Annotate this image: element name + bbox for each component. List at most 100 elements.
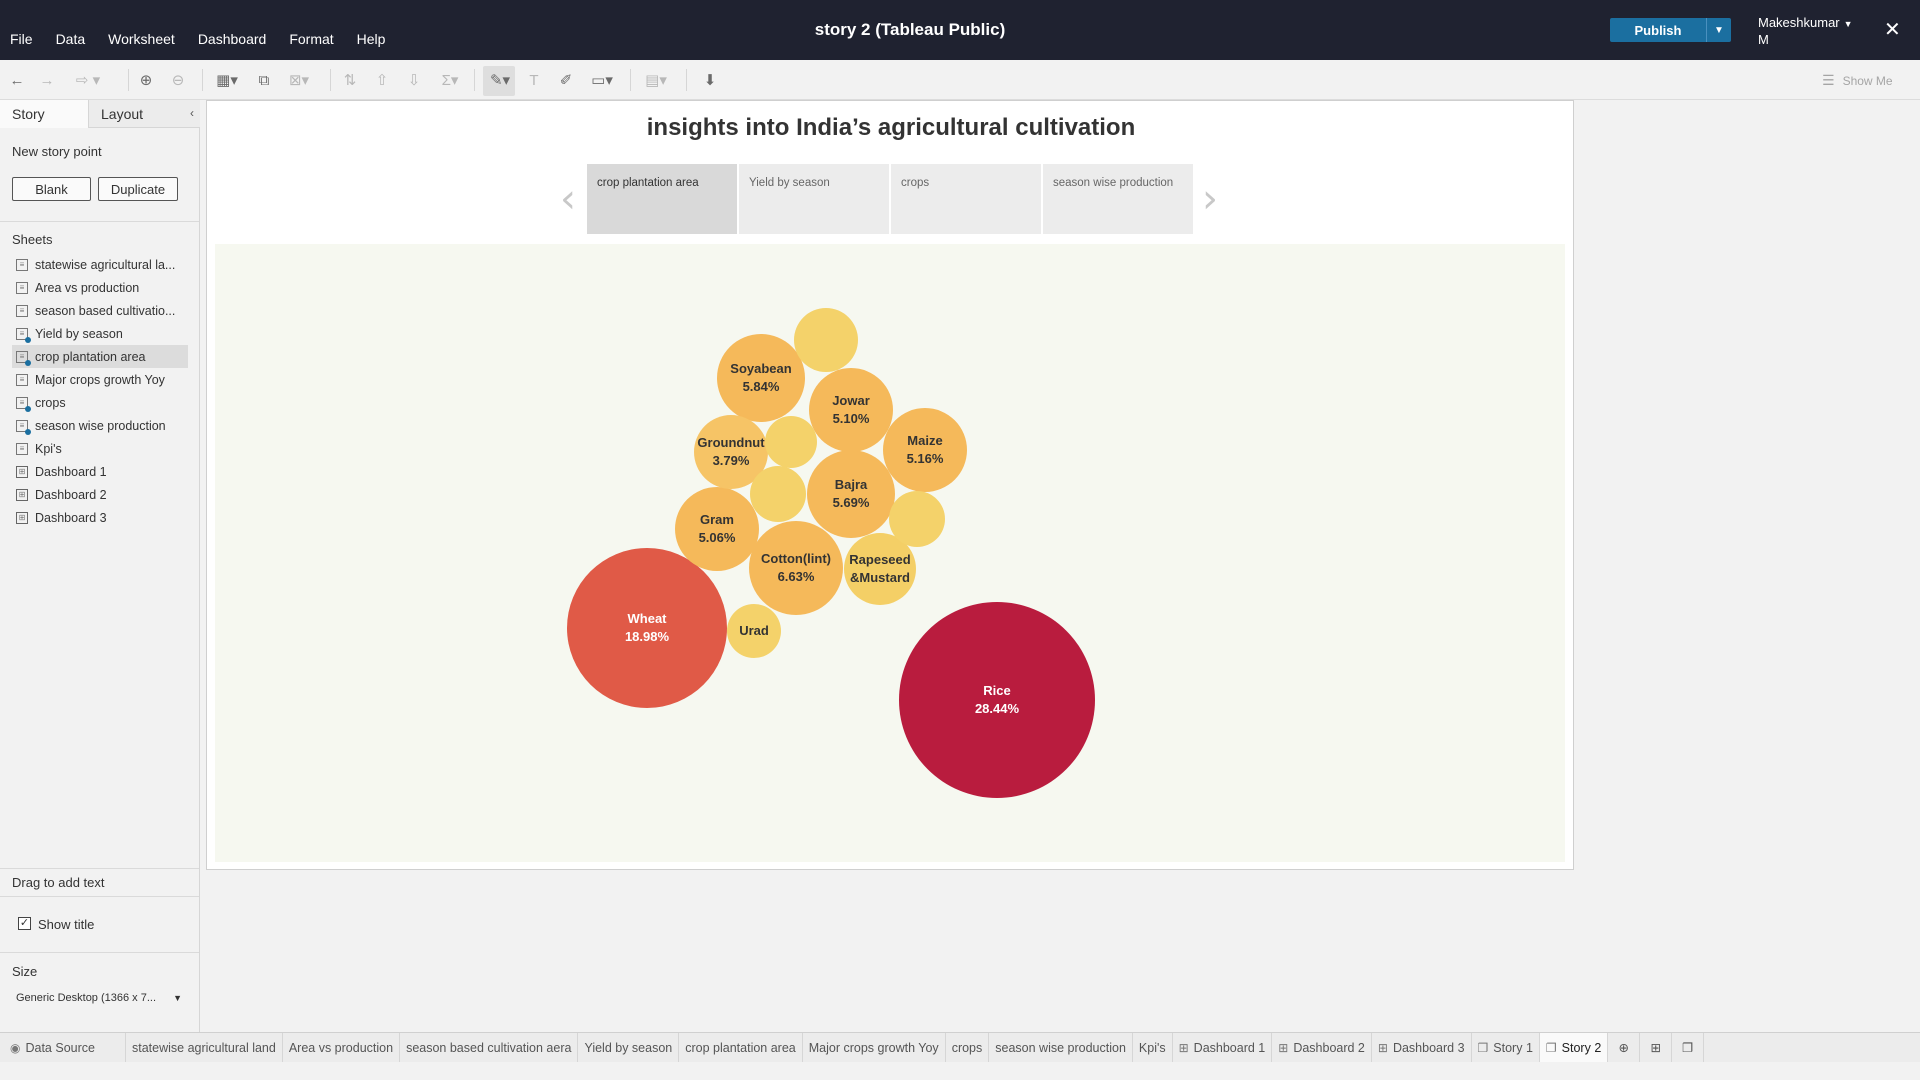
story-point-crop-plantation-area[interactable]: crop plantation area <box>587 164 737 234</box>
worksheet-icon: ≡ <box>16 258 28 271</box>
tab-label: Area vs production <box>288 1040 394 1055</box>
drag-to-add-text[interactable]: Drag to add text <box>12 875 105 890</box>
close-icon[interactable]: ✕ <box>1884 17 1901 42</box>
new-datasource-icon[interactable]: ⊕ <box>136 70 156 90</box>
tab-layout[interactable]: Layout ‹ <box>89 100 200 128</box>
tab-dashboard-3[interactable]: ⊞ Dashboard 3 <box>1372 1032 1472 1063</box>
size-dropdown[interactable]: Generic Desktop (1366 x 7... ▼ <box>12 987 188 1009</box>
tab-data-source[interactable]: ◉ Data Source <box>0 1032 126 1063</box>
tab-story[interactable]: Story <box>0 100 89 128</box>
tab-story-2[interactable]: ❐ Story 2 <box>1539 1032 1609 1063</box>
tab-label: season based cultivation aera <box>406 1040 572 1055</box>
sheet-item[interactable]: ⊞ Dashboard 3 <box>12 506 188 529</box>
sheet-item[interactable]: ⊞ Dashboard 1 <box>12 460 188 483</box>
new-story-tab-icon[interactable]: ❐ <box>1672 1032 1705 1063</box>
bubble-gram[interactable]: Gram 5.06% <box>675 487 759 571</box>
replay-icon[interactable]: ⇨ ▾ <box>68 70 108 90</box>
bubble-soyabean[interactable]: Soyabean 5.84% <box>717 334 805 422</box>
clear-sheet-icon[interactable]: ⊠▾ <box>284 70 314 90</box>
sheet-item[interactable]: ≡ season based cultivatio... <box>12 299 188 322</box>
sheet-item-label: crop plantation area <box>35 349 146 364</box>
new-dashboard-tab-icon[interactable]: ⊞ <box>1640 1032 1673 1063</box>
fit-icon[interactable]: ▭▾ <box>586 70 618 90</box>
sheet-item[interactable]: ⊞ Dashboard 2 <box>12 483 188 506</box>
user-menu[interactable]: Makeshkumar ▼ M <box>1758 15 1868 47</box>
bubble-bajra[interactable]: Bajra 5.69% <box>807 450 895 538</box>
worksheet-icon: ≡ <box>16 442 28 455</box>
bubble-unlabeled[interactable] <box>889 491 945 547</box>
presentation-icon[interactable]: ⬇ <box>700 70 720 90</box>
sheets-header: Sheets <box>12 232 53 247</box>
sheet-item[interactable]: ≡ crops <box>12 391 188 414</box>
tab-dashboard-2[interactable]: ⊞ Dashboard 2 <box>1272 1032 1372 1063</box>
bubble-rice[interactable]: Rice 28.44% <box>899 602 1095 798</box>
collapse-panel-icon[interactable]: ‹ <box>190 106 194 120</box>
highlight-icon[interactable]: ✎▾ <box>486 70 514 90</box>
show-me-button[interactable]: ☰ Show Me <box>1822 72 1893 89</box>
bubble-cotton-lint[interactable]: Cotton(lint) 6.63% <box>749 521 843 615</box>
story-point-yield-by-season[interactable]: Yield by season <box>739 164 889 234</box>
tab-yield-by-season[interactable]: Yield by season <box>578 1032 680 1063</box>
story-point-crops[interactable]: crops <box>891 164 1041 234</box>
sheet-item[interactable]: ≡ crop plantation area <box>12 345 188 368</box>
tab-story-1[interactable]: ❐ Story 1 <box>1472 1032 1540 1063</box>
sheet-item[interactable]: ≡ season wise production <box>12 414 188 437</box>
duplicate-sheet-icon[interactable]: ⧉ <box>254 70 274 90</box>
duplicate-button[interactable]: Duplicate <box>98 177 178 201</box>
bubble-label: Urad <box>739 623 769 638</box>
new-worksheet-icon[interactable]: ▦▾ <box>212 70 242 90</box>
bubble-urad[interactable]: Urad <box>727 604 781 658</box>
sort-desc-icon[interactable]: ⇩ <box>404 70 424 90</box>
panel-tabs: Story Layout ‹ <box>0 100 200 128</box>
sheet-item[interactable]: ≡ Major crops growth Yoy <box>12 368 188 391</box>
tab-area-vs-production[interactable]: Area vs production <box>283 1032 401 1063</box>
bubble-unlabeled[interactable] <box>750 466 806 522</box>
sheet-item[interactable]: ≡ Area vs production <box>12 276 188 299</box>
tab-crop-plantation-area[interactable]: crop plantation area <box>679 1032 803 1063</box>
swap-icon[interactable]: ⇅ <box>340 70 360 90</box>
publish-dropdown-icon[interactable]: ▼ <box>1706 18 1731 42</box>
new-worksheet-tab-icon[interactable]: ⊕ <box>1608 1032 1641 1063</box>
labels-icon[interactable]: T <box>524 70 544 90</box>
totals-icon[interactable]: Σ▾ <box>436 70 464 90</box>
bubble-jowar[interactable]: Jowar 5.10% <box>809 368 893 452</box>
sort-asc-icon[interactable]: ⇧ <box>372 70 392 90</box>
annotate-icon[interactable]: ✐ <box>556 70 576 90</box>
tab-label: Data Source <box>25 1040 95 1055</box>
tab-layout-label: Layout <box>101 106 144 122</box>
bubble-value: 28.44% <box>974 701 1020 716</box>
bubble-maize[interactable]: Maize 5.16% <box>883 408 967 492</box>
sheet-item[interactable]: ≡ Yield by season <box>12 322 188 345</box>
worksheet-icon: ≡ <box>16 304 28 317</box>
tab-kpi-s[interactable]: Kpi's <box>1133 1032 1173 1063</box>
story-point-season-wise-production[interactable]: season wise production <box>1043 164 1193 234</box>
tab-season-based-cultivation-aera[interactable]: season based cultivation aera <box>400 1032 579 1063</box>
bubble-value: 3.79% <box>712 453 750 468</box>
undo-icon[interactable]: ← <box>8 70 26 90</box>
bubble-label: Wheat <box>627 611 667 626</box>
publish-button[interactable]: Publish <box>1610 18 1706 42</box>
tab-dashboard-1[interactable]: ⊞ Dashboard 1 <box>1173 1032 1273 1063</box>
show-cards-icon[interactable]: ▤▾ <box>640 70 672 90</box>
worksheet-icon: ≡ <box>16 396 31 412</box>
sheet-item-label: Dashboard 2 <box>35 487 107 502</box>
tab-statewise-agricultural-land[interactable]: statewise agricultural land <box>126 1032 283 1063</box>
redo-icon[interactable]: → <box>38 70 56 90</box>
next-story-point-icon[interactable]: › <box>1202 179 1218 219</box>
sheet-item[interactable]: ≡ statewise agricultural la... <box>12 253 188 276</box>
tab-season-wise-production[interactable]: season wise production <box>989 1032 1133 1063</box>
bubble-unlabeled[interactable] <box>794 308 858 372</box>
bubble-value: 18.98% <box>624 629 670 644</box>
bubble-unlabeled[interactable] <box>765 416 817 468</box>
show-title-checkbox[interactable]: ✓ <box>18 917 31 930</box>
tab-crops[interactable]: crops <box>946 1032 990 1063</box>
sheet-item[interactable]: ≡ Kpi's <box>12 437 188 460</box>
status-bar <box>0 1062 1920 1080</box>
tab-major-crops-growth-yoy[interactable]: Major crops growth Yoy <box>803 1032 946 1063</box>
tab-label: Dashboard 2 <box>1293 1040 1365 1055</box>
prev-story-point-icon[interactable]: ‹ <box>560 179 576 219</box>
bubble-wheat[interactable]: Wheat 18.98% <box>567 548 727 708</box>
blank-button[interactable]: Blank <box>12 177 91 201</box>
pause-updates-icon[interactable]: ⊖ <box>168 70 188 90</box>
bubble-label: Gram <box>700 512 734 527</box>
